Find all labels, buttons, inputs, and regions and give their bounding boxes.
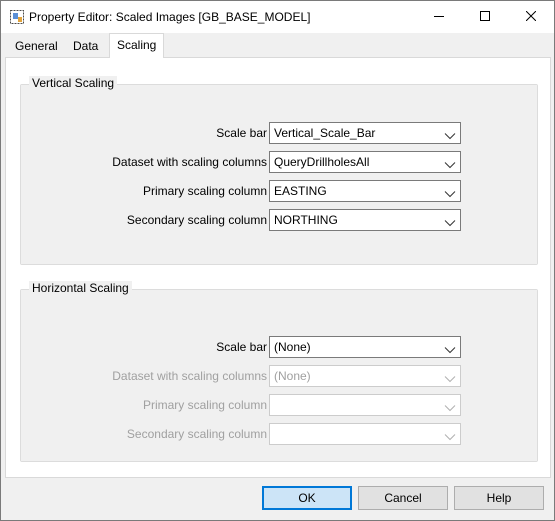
horizontal-dataset-select: (None) bbox=[269, 365, 461, 387]
window-title: Property Editor: Scaled Images [GB_BASE_… bbox=[29, 10, 311, 24]
title-bar[interactable]: Property Editor: Scaled Images [GB_BASE_… bbox=[1, 1, 554, 33]
chevron-down-icon bbox=[444, 187, 456, 198]
tab-strip: General Data Scaling bbox=[1, 33, 554, 58]
tab-general[interactable]: General bbox=[9, 36, 64, 57]
help-button[interactable]: Help bbox=[454, 486, 544, 510]
close-button[interactable] bbox=[508, 1, 554, 33]
minimize-icon bbox=[434, 10, 444, 24]
ok-button[interactable]: OK bbox=[262, 486, 352, 510]
horizontal-scale-bar-label: Scale bar bbox=[216, 340, 267, 354]
vertical-dataset-value: QueryDrillholesAll bbox=[274, 155, 370, 169]
maximize-button[interactable] bbox=[462, 1, 508, 33]
horizontal-scale-bar-select[interactable]: (None) bbox=[269, 336, 461, 358]
vertical-secondary-column-value: NORTHING bbox=[274, 213, 338, 227]
scaling-tab-panel: Vertical Scaling Scale bar Vertical_Scal… bbox=[5, 57, 551, 478]
property-editor-icon bbox=[9, 9, 25, 25]
horizontal-dataset-label: Dataset with scaling columns bbox=[112, 369, 267, 383]
vertical-scaling-title: Vertical Scaling bbox=[29, 76, 118, 90]
vertical-secondary-column-select[interactable]: NORTHING bbox=[269, 209, 461, 231]
chevron-down-icon bbox=[444, 158, 456, 169]
chevron-down-icon bbox=[444, 343, 456, 354]
vertical-scale-bar-label: Scale bar bbox=[216, 126, 267, 140]
horizontal-scaling-title: Horizontal Scaling bbox=[29, 281, 132, 295]
maximize-icon bbox=[480, 10, 490, 24]
chevron-down-icon bbox=[444, 401, 456, 412]
vertical-dataset-select[interactable]: QueryDrillholesAll bbox=[269, 151, 461, 173]
vertical-secondary-column-label: Secondary scaling column bbox=[126, 213, 267, 227]
vertical-primary-column-label: Primary scaling column bbox=[142, 184, 267, 198]
chevron-down-icon bbox=[444, 430, 456, 441]
vertical-dataset-label: Dataset with scaling columns bbox=[112, 155, 267, 169]
vertical-primary-column-select[interactable]: EASTING bbox=[269, 180, 461, 202]
vertical-scale-bar-value: Vertical_Scale_Bar bbox=[274, 126, 376, 140]
horizontal-secondary-column-select bbox=[269, 423, 461, 445]
vertical-scale-bar-select[interactable]: Vertical_Scale_Bar bbox=[269, 122, 461, 144]
horizontal-primary-column-select bbox=[269, 394, 461, 416]
cancel-button[interactable]: Cancel bbox=[358, 486, 448, 510]
horizontal-scaling-group: Horizontal Scaling Scale bar (None) Data… bbox=[20, 281, 538, 462]
vertical-scaling-group: Vertical Scaling Scale bar Vertical_Scal… bbox=[20, 76, 538, 265]
chevron-down-icon bbox=[444, 372, 456, 383]
vertical-primary-column-value: EASTING bbox=[274, 184, 327, 198]
property-editor-window: Property Editor: Scaled Images [GB_BASE_… bbox=[0, 0, 555, 521]
minimize-button[interactable] bbox=[416, 1, 462, 33]
chevron-down-icon bbox=[444, 216, 456, 227]
close-icon bbox=[525, 10, 537, 24]
horizontal-dataset-value: (None) bbox=[274, 369, 311, 383]
horizontal-primary-column-label: Primary scaling column bbox=[142, 398, 267, 412]
horizontal-secondary-column-label: Secondary scaling column bbox=[126, 427, 267, 441]
horizontal-scale-bar-value: (None) bbox=[274, 340, 311, 354]
chevron-down-icon bbox=[444, 129, 456, 140]
tab-scaling[interactable]: Scaling bbox=[109, 33, 165, 58]
tab-data[interactable]: Data bbox=[67, 36, 104, 57]
